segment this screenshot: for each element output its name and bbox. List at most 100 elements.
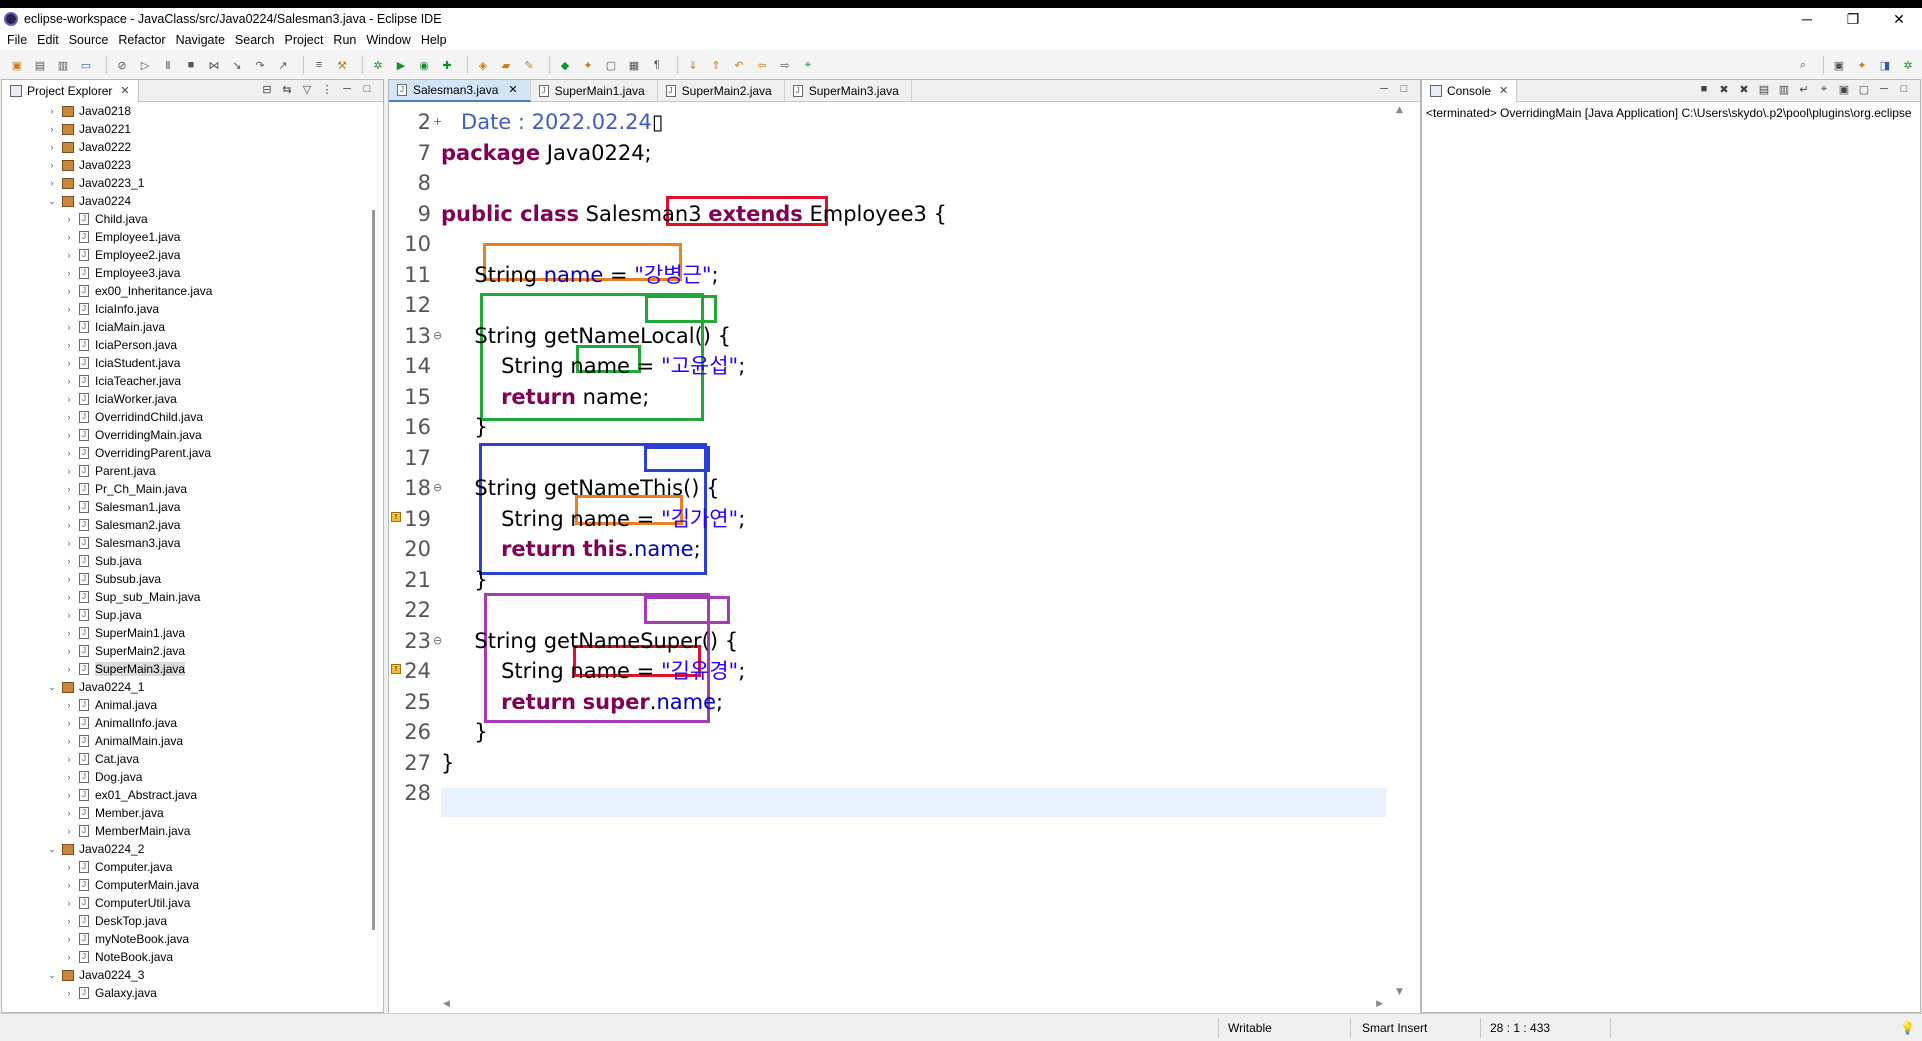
chevron-right-icon[interactable]: › (63, 430, 75, 440)
chevron-right-icon[interactable]: › (63, 808, 75, 818)
chevron-right-icon[interactable]: › (63, 232, 75, 242)
scroll-up-icon[interactable]: ▲ (1396, 105, 1403, 115)
tree-file-item[interactable]: › J IciaTeacher.java (2, 372, 383, 390)
chevron-right-icon[interactable]: › (63, 250, 75, 260)
tree-file-item[interactable]: › JmyNoteBook.java (2, 930, 383, 948)
remove-all-icon[interactable]: ✖ (1734, 83, 1754, 96)
tree-file-item[interactable]: › J IciaStudent.java (2, 354, 383, 372)
tree-file-item[interactable]: › J Salesman3.java (2, 534, 383, 552)
code-line[interactable]: public class Salesman3 extends Employee3… (441, 199, 947, 229)
tree-file-item[interactable]: › J AnimalMain.java (2, 732, 383, 750)
clear-console-icon[interactable]: ▤ (1754, 83, 1774, 96)
chevron-right-icon[interactable]: › (63, 286, 75, 296)
chevron-right-icon[interactable]: › (63, 628, 75, 638)
menu-file[interactable]: File (7, 33, 27, 47)
tree-file-item[interactable]: › J Salesman1.java (2, 498, 383, 516)
tree-package-item[interactable]: › Java0221 (2, 120, 383, 138)
chevron-right-icon[interactable]: › (46, 142, 58, 152)
code-line[interactable]: String getNameLocal() { (441, 321, 731, 351)
tree-file-item[interactable]: › J OverridindChild.java (2, 408, 383, 426)
code-line[interactable]: String name = "김유경"; (441, 656, 745, 686)
run-icon[interactable]: ▶ (392, 57, 410, 73)
code-line[interactable]: } (441, 717, 487, 747)
close-icon[interactable]: ✕ (1499, 84, 1508, 97)
chevron-right-icon[interactable]: › (63, 988, 75, 998)
tree-file-item[interactable]: › J ComputerMain.java (2, 876, 383, 894)
chevron-right-icon[interactable]: › (63, 916, 75, 926)
code-line[interactable]: } (441, 412, 487, 442)
menu-project[interactable]: Project (285, 33, 324, 47)
chevron-right-icon[interactable]: › (46, 178, 58, 188)
chevron-right-icon[interactable]: › (63, 340, 75, 350)
step-into-icon[interactable]: ↘ (228, 57, 246, 73)
tree-package-item[interactable]: ⌄ Java0224 (2, 192, 383, 210)
suspend-icon[interactable]: Ⅱ (159, 57, 177, 73)
tree-file-item[interactable]: › J Employee1.java (2, 228, 383, 246)
code-line[interactable]: } (441, 748, 454, 778)
tree-file-item[interactable]: › J DeskTop.java (2, 912, 383, 930)
external-tools-icon[interactable]: ✚ (438, 57, 456, 73)
open-perspective-icon[interactable]: ▣ (1830, 57, 1848, 73)
tree-file-item[interactable]: › J Computer.java (2, 858, 383, 876)
chevron-right-icon[interactable]: › (63, 880, 75, 890)
tree-file-item[interactable]: › J Cat.java (2, 750, 383, 768)
remove-launch-icon[interactable]: ✖ (1714, 83, 1734, 96)
tree-file-item[interactable]: › J Dog.java (2, 768, 383, 786)
restore-button[interactable]: ❐ (1830, 8, 1876, 30)
lightbulb-icon[interactable]: 💡 (1900, 1021, 1915, 1035)
code-line[interactable]: package Java0224; (441, 138, 652, 168)
tree-package-item[interactable]: › Java0218 (2, 102, 383, 120)
scroll-left-icon[interactable]: ◀ (443, 999, 450, 1009)
chevron-right-icon[interactable]: › (63, 862, 75, 872)
tree-package-item[interactable]: › Java0223 (2, 156, 383, 174)
chevron-right-icon[interactable]: › (63, 412, 75, 422)
menu-run[interactable]: Run (333, 33, 356, 47)
tree-package-item[interactable]: › Java0223_1 (2, 174, 383, 192)
tree-file-item[interactable]: › J IciaInfo.java (2, 300, 383, 318)
minimize-view-icon[interactable]: ─ (1874, 83, 1894, 96)
wand-icon[interactable]: ✎ (520, 57, 538, 73)
maximize-view-icon[interactable]: □ (1894, 83, 1914, 96)
step-return-icon[interactable]: ↗ (274, 57, 292, 73)
step-over-icon[interactable]: ↷ (251, 57, 269, 73)
tree-file-item[interactable]: › Jex00_Inheritance.java (2, 282, 383, 300)
chevron-down-icon[interactable]: ⌄ (46, 844, 58, 855)
tree-file-item[interactable]: › J NoteBook.java (2, 948, 383, 966)
tab-project-explorer[interactable]: Project Explorer ✕ (2, 79, 139, 102)
chevron-right-icon[interactable]: › (63, 520, 75, 530)
tree-file-item[interactable]: › Jex01_Abstract.java (2, 786, 383, 804)
chevron-right-icon[interactable]: › (63, 394, 75, 404)
tree-file-item[interactable]: › J IciaPerson.java (2, 336, 383, 354)
debug-icon[interactable]: ✲ (369, 57, 387, 73)
view-menu-icon[interactable]: ⋮ (317, 83, 337, 96)
search-icon[interactable]: ⌕ (1794, 57, 1812, 73)
tree-package-item[interactable]: ⌄ Java0224_2 (2, 840, 383, 858)
chevron-right-icon[interactable]: › (63, 826, 75, 836)
menu-source[interactable]: Source (69, 33, 109, 47)
tree-file-item[interactable]: › J Galaxy.java (2, 984, 383, 1002)
editor-vertical-scrollbar[interactable]: ▲ ▼ (1392, 103, 1408, 1013)
chevron-right-icon[interactable]: › (63, 898, 75, 908)
forward-icon[interactable]: ⇨ (776, 57, 794, 73)
chevron-right-icon[interactable]: › (63, 574, 75, 584)
warning-icon[interactable]: ! (391, 664, 401, 674)
chevron-right-icon[interactable]: › (46, 106, 58, 116)
java-ee-perspective-icon[interactable]: ✦ (1853, 57, 1871, 73)
chevron-down-icon[interactable]: ⌄ (46, 196, 58, 207)
word-wrap-icon[interactable]: ↵ (1794, 83, 1814, 96)
code-line[interactable]: return super.name; (441, 687, 723, 717)
tree-package-item[interactable]: › Java0222 (2, 138, 383, 156)
chevron-right-icon[interactable]: › (63, 790, 75, 800)
scroll-lock-icon[interactable]: ▥ (1774, 83, 1794, 96)
chevron-right-icon[interactable]: › (63, 934, 75, 944)
menu-navigate[interactable]: Navigate (176, 33, 225, 47)
tab-supermain1[interactable]: J SuperMain1.java (531, 79, 658, 102)
chevron-right-icon[interactable]: › (63, 736, 75, 746)
save-icon[interactable]: ▤ (31, 57, 49, 73)
link-editor-icon[interactable]: ⇆ (277, 83, 297, 96)
tree-file-item[interactable]: › J Parent.java (2, 462, 383, 480)
chevron-right-icon[interactable]: › (63, 664, 75, 674)
chevron-right-icon[interactable]: › (63, 718, 75, 728)
terminate-icon[interactable]: ■ (182, 57, 200, 73)
chevron-right-icon[interactable]: › (63, 268, 75, 278)
